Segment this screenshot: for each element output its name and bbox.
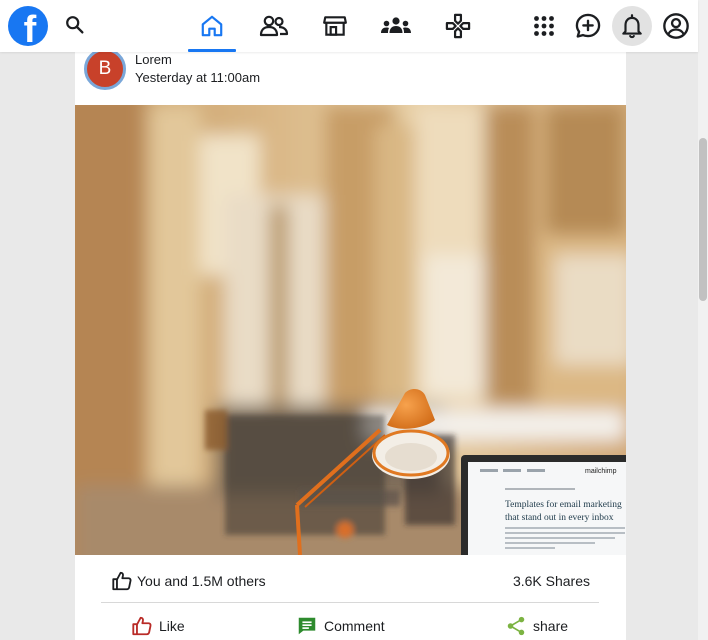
- account-button[interactable]: [656, 6, 696, 46]
- likes-count-text: You and 1.5M others: [137, 573, 266, 589]
- post-actions: Like Comment share: [75, 603, 626, 640]
- menu-button[interactable]: [524, 6, 564, 46]
- page-scrollbar[interactable]: [698, 0, 708, 640]
- shares-count[interactable]: 3.6K Shares: [513, 573, 590, 589]
- comment-button[interactable]: Comment: [296, 615, 385, 637]
- share-label: share: [533, 618, 569, 634]
- messenger-icon: [575, 13, 601, 38]
- logo-glyph: f: [23, 9, 37, 46]
- facebook-logo[interactable]: f: [8, 6, 48, 46]
- laptop-headline-2: that stand out in every inbox: [505, 513, 614, 523]
- like-label: Like: [159, 618, 185, 634]
- like-button[interactable]: Like: [131, 615, 185, 637]
- gaming-icon: [445, 13, 471, 39]
- post-card: B Lorem Yesterday at 11:00am mailchimp T…: [75, 40, 626, 640]
- scrollbar-thumb[interactable]: [699, 138, 707, 301]
- tab-groups[interactable]: [372, 4, 420, 48]
- laptop-screen: mailchimp Templates for email marketing …: [461, 455, 626, 555]
- likes-summary[interactable]: You and 1.5M others: [111, 570, 266, 592]
- laptop-headline-1: Templates for email marketing: [505, 499, 622, 510]
- avatar[interactable]: B: [84, 48, 126, 90]
- post-author[interactable]: Lorem: [135, 52, 172, 67]
- share-button[interactable]: share: [505, 615, 568, 637]
- tab-friends[interactable]: [250, 4, 298, 48]
- bell-icon: [622, 14, 642, 39]
- notifications-button[interactable]: [612, 6, 652, 46]
- avatar-initial: B: [98, 58, 112, 79]
- post-timestamp[interactable]: Yesterday at 11:00am: [135, 70, 260, 85]
- laptop-brand: mailchimp: [585, 468, 617, 475]
- post-image[interactable]: mailchimp Templates for email marketing …: [75, 105, 626, 555]
- account-icon: [663, 13, 689, 39]
- share-icon: [507, 616, 525, 636]
- thumbs-up-icon: [112, 571, 132, 591]
- top-navigation-bar: f: [0, 0, 698, 52]
- messenger-button[interactable]: [568, 6, 608, 46]
- comment-label: Comment: [324, 618, 385, 634]
- home-icon: [201, 15, 223, 37]
- tab-home[interactable]: [188, 4, 236, 52]
- grid-menu-icon: [534, 16, 554, 36]
- search-button[interactable]: [60, 10, 90, 40]
- thumbs-up-icon: [132, 616, 152, 636]
- comment-icon: [298, 617, 316, 635]
- groups-icon: [381, 17, 411, 33]
- friends-icon: [259, 15, 289, 37]
- marketplace-icon: [323, 16, 347, 36]
- post-stats: You and 1.5M others 3.6K Shares: [75, 555, 626, 603]
- tab-marketplace[interactable]: [311, 4, 359, 48]
- tab-gaming[interactable]: [434, 4, 482, 48]
- search-icon: [66, 16, 84, 34]
